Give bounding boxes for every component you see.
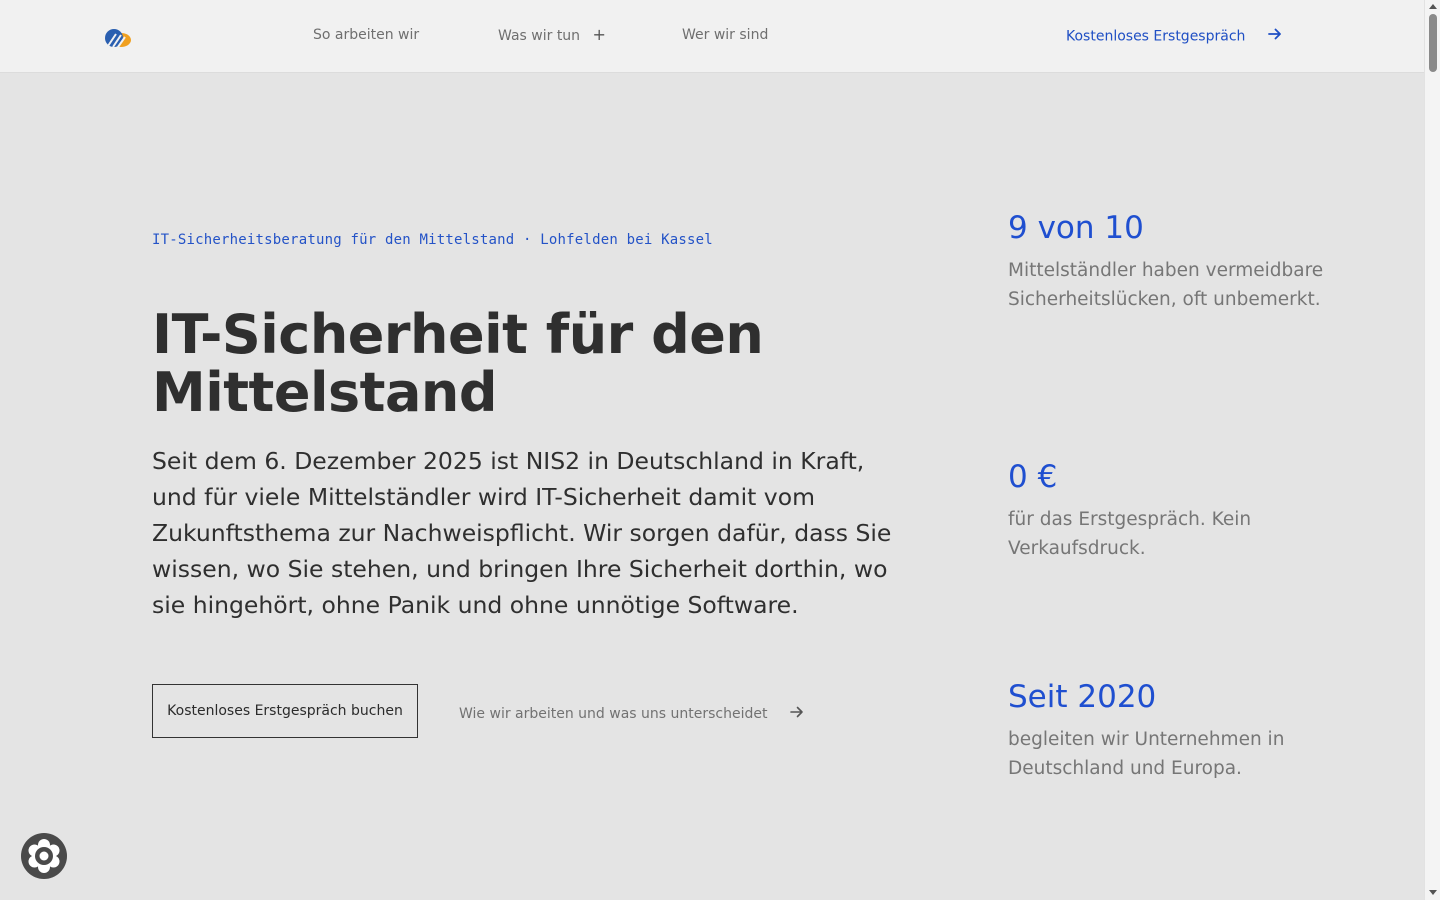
- nav-item-wer-wir-sind[interactable]: Wer wir sind: [682, 26, 768, 44]
- hero-eyebrow: IT-Sicherheitsberatung für den Mittelsta…: [152, 232, 713, 248]
- nav-item-so-arbeiten-wir[interactable]: So arbeiten wir: [313, 26, 419, 44]
- stat-value: Seit 2020: [1008, 679, 1157, 715]
- logo-icon[interactable]: [104, 27, 132, 49]
- header-cta-link[interactable]: Kostenloses Erstgespräch: [1066, 27, 1282, 46]
- nav-item-label: Was wir tun: [498, 28, 581, 44]
- stat-value: 0 €: [1008, 459, 1058, 495]
- stat-item: Seit 2020 begleiten wir Unternehmen in D…: [1008, 679, 1328, 783]
- stat-description: für das Erstgespräch. Kein Verkaufsdruck…: [1008, 509, 1252, 559]
- page: So arbeiten wir Was wir tun + Wer wir si…: [0, 0, 1424, 900]
- page-scrollbar[interactable]: [1424, 0, 1440, 900]
- how-we-work-link[interactable]: Wie wir arbeiten und was uns unterscheid…: [459, 705, 804, 723]
- hero-title: IT-Sicherheit für den Mittelstand: [152, 303, 764, 424]
- nav-item-label: So arbeiten wir: [313, 27, 420, 43]
- scroll-down-icon[interactable]: [1429, 890, 1437, 895]
- stat-item: 0 € für das Erstgespräch. Kein Verkaufsd…: [1008, 459, 1328, 563]
- nav-item-was-wir-tun[interactable]: Was wir tun +: [498, 26, 606, 45]
- cookie-settings-icon[interactable]: [20, 832, 68, 880]
- stat-description: Mittelständler haben vermeidbare Sicherh…: [1008, 260, 1324, 310]
- arrow-right-icon: [1267, 27, 1282, 46]
- stat-item: 9 von 10 Mittelständler haben vermeidbar…: [1008, 210, 1328, 314]
- arrow-right-icon: [790, 705, 804, 723]
- scroll-up-icon[interactable]: [1429, 4, 1437, 9]
- header-cta-label: Kostenloses Erstgespräch: [1066, 28, 1246, 45]
- site-header: So arbeiten wir Was wir tun + Wer wir si…: [0, 0, 1424, 73]
- how-we-work-label: Wie wir arbeiten und was uns unterscheid…: [459, 706, 768, 722]
- plus-icon: +: [592, 25, 606, 44]
- nav-item-label: Wer wir sind: [682, 27, 769, 43]
- book-consultation-button[interactable]: Kostenloses Erstgespräch buchen: [152, 684, 418, 738]
- hero-text: Seit dem 6. Dezember 2025 ist NIS2 in De…: [152, 447, 892, 619]
- stat-description: begleiten wir Unternehmen in Deutschland…: [1008, 729, 1285, 779]
- stat-value: 9 von 10: [1008, 210, 1144, 246]
- scrollbar-thumb[interactable]: [1429, 14, 1437, 72]
